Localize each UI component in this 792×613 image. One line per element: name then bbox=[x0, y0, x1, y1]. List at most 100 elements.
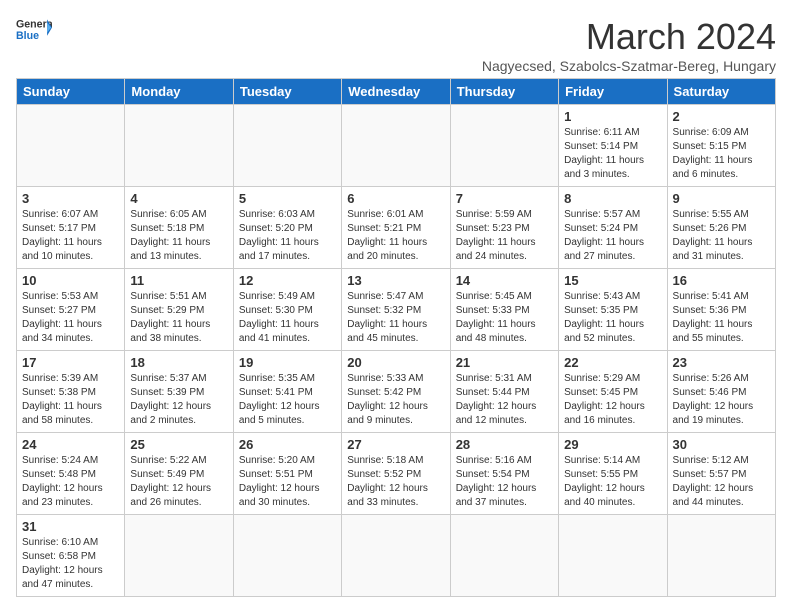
day-number: 13 bbox=[347, 273, 444, 288]
day-number: 1 bbox=[564, 109, 661, 124]
calendar-cell bbox=[233, 105, 341, 187]
calendar-cell bbox=[125, 515, 233, 597]
day-info: Sunrise: 6:10 AM Sunset: 6:58 PM Dayligh… bbox=[22, 536, 119, 592]
calendar-week-row: 3Sunrise: 6:07 AM Sunset: 5:17 PM Daylig… bbox=[17, 187, 776, 269]
day-info: Sunrise: 5:26 AM Sunset: 5:46 PM Dayligh… bbox=[673, 372, 770, 428]
day-number: 17 bbox=[22, 355, 119, 370]
day-info: Sunrise: 5:43 AM Sunset: 5:35 PM Dayligh… bbox=[564, 290, 661, 346]
day-number: 15 bbox=[564, 273, 661, 288]
header-friday: Friday bbox=[559, 79, 667, 105]
calendar-cell: 8Sunrise: 5:57 AM Sunset: 5:24 PM Daylig… bbox=[559, 187, 667, 269]
calendar-cell bbox=[450, 515, 558, 597]
day-info: Sunrise: 5:51 AM Sunset: 5:29 PM Dayligh… bbox=[130, 290, 227, 346]
calendar-cell bbox=[450, 105, 558, 187]
day-info: Sunrise: 5:35 AM Sunset: 5:41 PM Dayligh… bbox=[239, 372, 336, 428]
calendar-subtitle: Nagyecsed, Szabolcs-Szatmar-Bereg, Hunga… bbox=[482, 58, 776, 74]
day-info: Sunrise: 5:20 AM Sunset: 5:51 PM Dayligh… bbox=[239, 454, 336, 510]
calendar-cell: 11 Sunrise: 5:51 AM Sunset: 5:29 PM Dayli… bbox=[125, 269, 233, 351]
day-info: Sunrise: 5:14 AM Sunset: 5:55 PM Dayligh… bbox=[564, 454, 661, 510]
day-number: 21 bbox=[456, 355, 553, 370]
day-info: Sunrise: 5:31 AM Sunset: 5:44 PM Dayligh… bbox=[456, 372, 553, 428]
day-info: Sunrise: 5:33 AM Sunset: 5:42 PM Dayligh… bbox=[347, 372, 444, 428]
calendar-cell: 1 Sunrise: 6:11 AM Sunset: 5:14 PM Daylig… bbox=[559, 105, 667, 187]
calendar-cell bbox=[667, 515, 775, 597]
day-number: 8 bbox=[564, 191, 661, 206]
header-saturday: Saturday bbox=[667, 79, 775, 105]
calendar-cell: 7 Sunrise: 5:59 AM Sunset: 5:23 PM Daylig… bbox=[450, 187, 558, 269]
day-info: Sunrise: 5:47 AM Sunset: 5:32 PM Dayligh… bbox=[347, 290, 444, 346]
header-wednesday: Wednesday bbox=[342, 79, 450, 105]
calendar-cell bbox=[233, 515, 341, 597]
day-number: 20 bbox=[347, 355, 444, 370]
day-info: Sunrise: 5:49 AM Sunset: 5:30 PM Dayligh… bbox=[239, 290, 336, 346]
day-info: Sunrise: 5:59 AM Sunset: 5:23 PM Dayligh… bbox=[456, 208, 553, 264]
calendar-cell: 9Sunrise: 5:55 AM Sunset: 5:26 PM Daylig… bbox=[667, 187, 775, 269]
page-header: General Blue March 2024 Nagyecsed, Szabo… bbox=[16, 16, 776, 74]
day-number: 6 bbox=[347, 191, 444, 206]
day-number: 2 bbox=[673, 109, 770, 124]
calendar-cell: 2 Sunrise: 6:09 AM Sunset: 5:15 PM Daylig… bbox=[667, 105, 775, 187]
calendar-cell bbox=[17, 105, 125, 187]
day-info: Sunrise: 5:39 AM Sunset: 5:38 PM Dayligh… bbox=[22, 372, 119, 428]
day-info: Sunrise: 5:18 AM Sunset: 5:52 PM Dayligh… bbox=[347, 454, 444, 510]
calendar-cell: 14 Sunrise: 5:45 AM Sunset: 5:33 PM Dayli… bbox=[450, 269, 558, 351]
calendar-week-row: 1 Sunrise: 6:11 AM Sunset: 5:14 PM Daylig… bbox=[17, 105, 776, 187]
calendar-cell: 13 Sunrise: 5:47 AM Sunset: 5:32 PM Dayli… bbox=[342, 269, 450, 351]
day-number: 18 bbox=[130, 355, 227, 370]
calendar-cell: 23Sunrise: 5:26 AM Sunset: 5:46 PM Dayli… bbox=[667, 351, 775, 433]
day-info: Sunrise: 5:37 AM Sunset: 5:39 PM Dayligh… bbox=[130, 372, 227, 428]
day-number: 14 bbox=[456, 273, 553, 288]
header-thursday: Thursday bbox=[450, 79, 558, 105]
day-info: Sunrise: 5:22 AM Sunset: 5:49 PM Dayligh… bbox=[130, 454, 227, 510]
day-info: Sunrise: 5:24 AM Sunset: 5:48 PM Dayligh… bbox=[22, 454, 119, 510]
calendar-cell: 24 Sunrise: 5:24 AM Sunset: 5:48 PM Dayli… bbox=[17, 433, 125, 515]
day-info: Sunrise: 6:09 AM Sunset: 5:15 PM Dayligh… bbox=[673, 126, 770, 182]
day-info: Sunrise: 6:11 AM Sunset: 5:14 PM Dayligh… bbox=[564, 126, 661, 182]
calendar-cell: 21 Sunrise: 5:31 AM Sunset: 5:44 PM Dayli… bbox=[450, 351, 558, 433]
calendar-cell: 12 Sunrise: 5:49 AM Sunset: 5:30 PM Dayli… bbox=[233, 269, 341, 351]
day-number: 9 bbox=[673, 191, 770, 206]
day-number: 28 bbox=[456, 437, 553, 452]
day-number: 26 bbox=[239, 437, 336, 452]
calendar-cell: 10Sunrise: 5:53 AM Sunset: 5:27 PM Dayli… bbox=[17, 269, 125, 351]
day-number: 24 bbox=[22, 437, 119, 452]
calendar-cell bbox=[342, 105, 450, 187]
calendar-cell: 27 Sunrise: 5:18 AM Sunset: 5:52 PM Dayli… bbox=[342, 433, 450, 515]
header-monday: Monday bbox=[125, 79, 233, 105]
day-number: 16 bbox=[673, 273, 770, 288]
day-number: 22 bbox=[564, 355, 661, 370]
day-info: Sunrise: 5:12 AM Sunset: 5:57 PM Dayligh… bbox=[673, 454, 770, 510]
day-number: 11 bbox=[130, 273, 227, 288]
calendar-cell bbox=[125, 105, 233, 187]
day-info: Sunrise: 6:07 AM Sunset: 5:17 PM Dayligh… bbox=[22, 208, 119, 264]
calendar-cell: 3Sunrise: 6:07 AM Sunset: 5:17 PM Daylig… bbox=[17, 187, 125, 269]
day-info: Sunrise: 5:29 AM Sunset: 5:45 PM Dayligh… bbox=[564, 372, 661, 428]
calendar-cell: 5Sunrise: 6:03 AM Sunset: 5:20 PM Daylig… bbox=[233, 187, 341, 269]
calendar-cell: 6Sunrise: 6:01 AM Sunset: 5:21 PM Daylig… bbox=[342, 187, 450, 269]
day-number: 27 bbox=[347, 437, 444, 452]
weekday-header-row: Sunday Monday Tuesday Wednesday Thursday… bbox=[17, 79, 776, 105]
logo: General Blue bbox=[16, 16, 52, 44]
day-number: 19 bbox=[239, 355, 336, 370]
day-number: 31 bbox=[22, 519, 119, 534]
day-number: 5 bbox=[239, 191, 336, 206]
svg-text:Blue: Blue bbox=[16, 30, 39, 42]
calendar-week-row: 17 Sunrise: 5:39 AM Sunset: 5:38 PM Dayli… bbox=[17, 351, 776, 433]
day-number: 7 bbox=[456, 191, 553, 206]
day-info: Sunrise: 5:45 AM Sunset: 5:33 PM Dayligh… bbox=[456, 290, 553, 346]
header-tuesday: Tuesday bbox=[233, 79, 341, 105]
calendar-cell: 28 Sunrise: 5:16 AM Sunset: 5:54 PM Dayli… bbox=[450, 433, 558, 515]
generalblue-logo-icon: General Blue bbox=[16, 16, 52, 44]
calendar-cell: 15 Sunrise: 5:43 AM Sunset: 5:35 PM Dayli… bbox=[559, 269, 667, 351]
day-number: 29 bbox=[564, 437, 661, 452]
svg-text:General: General bbox=[16, 19, 52, 31]
day-info: Sunrise: 5:16 AM Sunset: 5:54 PM Dayligh… bbox=[456, 454, 553, 510]
calendar-cell: 16Sunrise: 5:41 AM Sunset: 5:36 PM Dayli… bbox=[667, 269, 775, 351]
day-number: 12 bbox=[239, 273, 336, 288]
calendar-table: Sunday Monday Tuesday Wednesday Thursday… bbox=[16, 78, 776, 597]
calendar-cell bbox=[342, 515, 450, 597]
calendar-cell: 4Sunrise: 6:05 AM Sunset: 5:18 PM Daylig… bbox=[125, 187, 233, 269]
calendar-cell: 31 Sunrise: 6:10 AM Sunset: 6:58 PM Dayli… bbox=[17, 515, 125, 597]
calendar-cell: 19 Sunrise: 5:35 AM Sunset: 5:41 PM Dayli… bbox=[233, 351, 341, 433]
calendar-cell: 29 Sunrise: 5:14 AM Sunset: 5:55 PM Dayli… bbox=[559, 433, 667, 515]
